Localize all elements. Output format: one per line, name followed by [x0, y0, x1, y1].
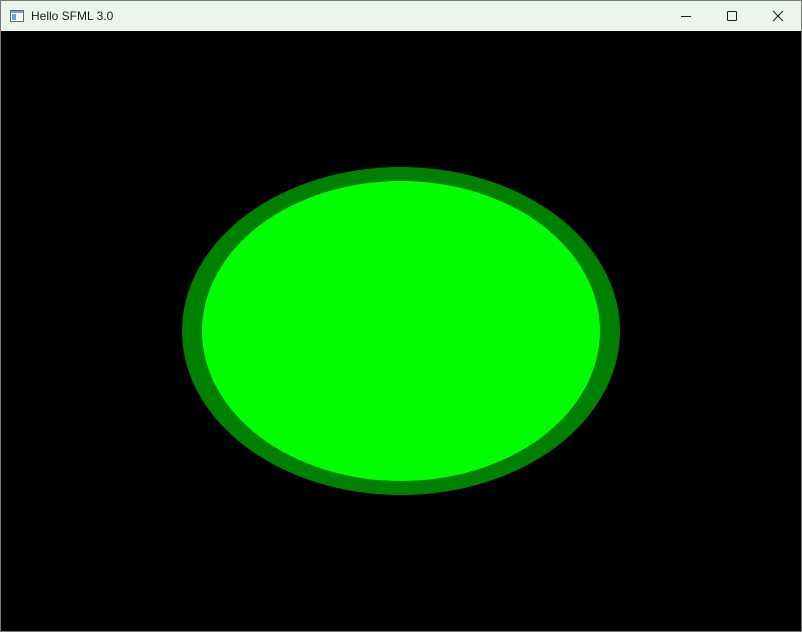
maximize-button[interactable]: [709, 1, 755, 31]
window-controls: [663, 1, 801, 31]
render-canvas: [182, 167, 620, 495]
render-area[interactable]: [1, 31, 801, 631]
sfml-app-icon: [9, 8, 25, 24]
circle-shape: [202, 181, 600, 481]
app-window: Hello SFML 3.0: [0, 0, 802, 632]
close-button[interactable]: [755, 1, 801, 31]
window-title: Hello SFML 3.0: [31, 9, 114, 23]
title-bar[interactable]: Hello SFML 3.0: [1, 1, 801, 31]
minimize-button[interactable]: [663, 1, 709, 31]
close-icon: [772, 10, 784, 22]
minimize-icon: [681, 16, 691, 17]
maximize-icon: [727, 11, 737, 21]
